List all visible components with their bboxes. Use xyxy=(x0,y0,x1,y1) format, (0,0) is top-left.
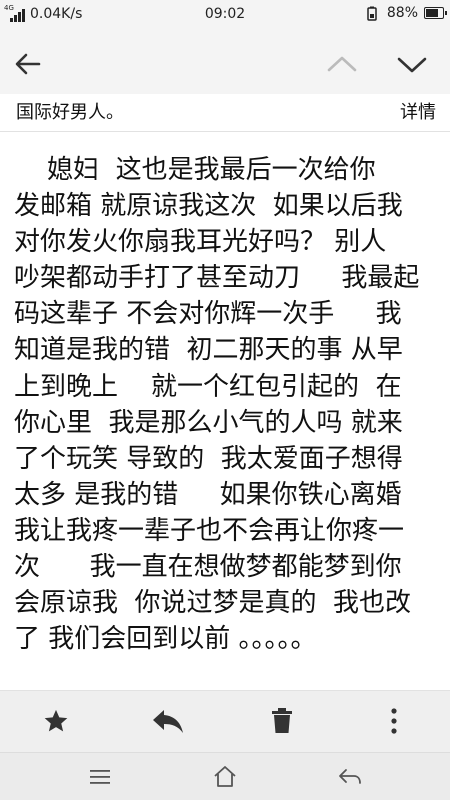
battery-icon xyxy=(424,7,447,19)
star-button[interactable] xyxy=(34,701,78,741)
back-arrow-icon xyxy=(15,53,41,75)
status-right: 88% xyxy=(365,5,447,21)
next-mail-button[interactable] xyxy=(392,44,432,84)
mail-subject: 国际好男人。 xyxy=(16,102,124,123)
delete-button[interactable] xyxy=(260,701,304,741)
previous-mail-button[interactable] xyxy=(322,44,362,84)
reply-button[interactable] xyxy=(146,701,190,741)
details-link[interactable]: 详情 xyxy=(400,98,436,124)
body-line: 发邮箱 就原谅我这次 如果以后我 xyxy=(14,191,403,222)
body-line: 我让我疼一辈子也不会再让你疼一 xyxy=(14,515,405,546)
chevron-down-icon xyxy=(397,57,427,73)
mail-action-toolbar xyxy=(0,690,450,752)
battery-percent: 88% xyxy=(386,5,418,21)
back-button[interactable] xyxy=(8,44,48,84)
chevron-up-icon xyxy=(327,56,357,72)
system-menu-button[interactable] xyxy=(80,759,120,795)
body-line: 了 我们会回到以前 。。。。。 xyxy=(14,624,317,655)
body-line: 媳妇 这也是我最后一次给你 xyxy=(14,155,376,185)
subject-row: 国际好男人。 详情 xyxy=(0,94,450,132)
top-nav-bar xyxy=(0,32,450,94)
more-options-button[interactable] xyxy=(372,701,416,741)
body-line: 吵架都动手打了甚至动刀 我最起 xyxy=(14,263,420,294)
body-line: 码这辈子 不会对你辉一次手 我 xyxy=(14,299,402,330)
more-vertical-icon xyxy=(391,708,397,734)
body-line: 会原谅我 你说过梦是真的 我也改 xyxy=(14,588,412,619)
body-line: 上到晚上 就一个红包引起的 在 xyxy=(14,371,402,402)
star-icon xyxy=(44,709,68,732)
reply-icon xyxy=(153,710,183,733)
home-icon xyxy=(214,766,236,787)
battery-saver-icon xyxy=(365,6,379,21)
body-line: 次 我一直在想做梦都能梦到你 xyxy=(14,552,402,583)
body-line: 知道是我的错 初二那天的事 从早 xyxy=(14,335,403,366)
system-home-button[interactable] xyxy=(205,759,245,795)
system-navigation-bar xyxy=(0,752,450,800)
trash-icon xyxy=(272,708,292,733)
body-line: 你心里 我是那么小气的人吗 就来 xyxy=(14,407,403,438)
status-bar: 4G 0.04K/s 09:02 88% xyxy=(0,0,450,32)
body-line: 对你发火你扇我耳光好吗？ 别人 xyxy=(14,227,387,258)
menu-icon xyxy=(90,770,110,784)
body-line: 了个玩笑 导致的 我太爱面子想得 xyxy=(14,443,403,474)
system-back-button[interactable] xyxy=(330,759,370,795)
back-icon xyxy=(339,769,361,784)
mail-body: 媳妇 这也是我最后一次给你 发邮箱 就原谅我这次 如果以后我 对你发火你扇我耳光… xyxy=(14,152,434,657)
body-line: 太多 是我的错 如果你铁心离婚 xyxy=(14,479,402,510)
email-read-screen: 4G 0.04K/s 09:02 88% 国际好男人。 详情 媳妇 这也是我最后… xyxy=(0,0,450,800)
